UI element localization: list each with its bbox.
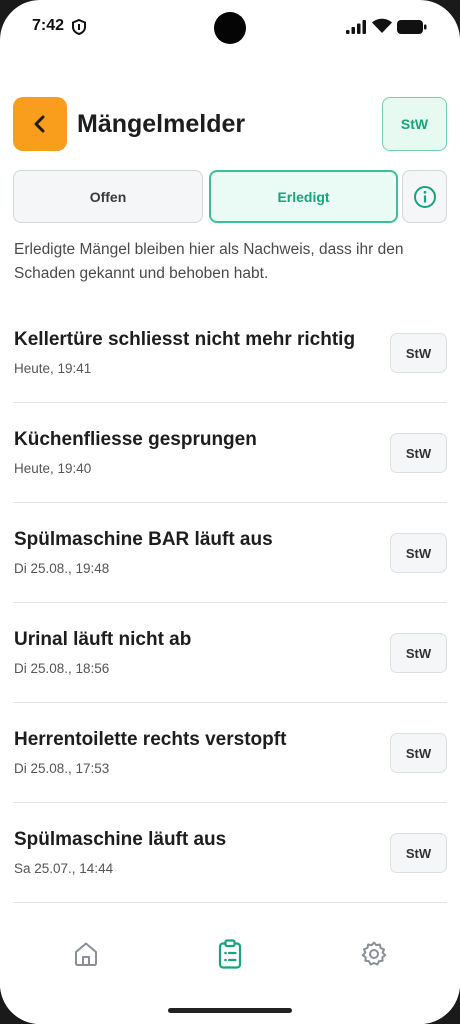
description-text: Erledigte Mängel bleiben hier als Nachwe… <box>14 241 404 282</box>
item-title: Kellertüre schliesst nicht mehr richtig <box>14 329 356 350</box>
shield-icon <box>72 19 86 35</box>
defect-list: Kellertüre schliesst nicht mehr richtig … <box>13 303 447 903</box>
page-title: Mängelmelder <box>77 110 246 138</box>
clipboard-list-icon <box>218 939 242 969</box>
signal-icon <box>346 20 366 34</box>
bottom-navbar <box>0 906 460 1024</box>
list-item[interactable]: Kellertüre schliesst nicht mehr richtig … <box>13 303 447 403</box>
item-timestamp: Di 25.08., 19:48 <box>14 561 110 576</box>
status-bar: 7:42 <box>0 0 460 56</box>
nav-home[interactable] <box>71 939 101 969</box>
list-item[interactable]: Urinal läuft nicht ab Di 25.08., 18:56 S… <box>13 603 447 703</box>
gear-icon <box>361 941 387 966</box>
nav-settings[interactable] <box>359 939 389 969</box>
list-item[interactable]: Spülmaschine BAR läuft aus Di 25.08., 19… <box>13 503 447 603</box>
camera-cutout <box>214 12 246 44</box>
nav-defects[interactable] <box>215 939 245 969</box>
item-user-badge[interactable]: StW <box>390 633 447 673</box>
item-timestamp: Heute, 19:40 <box>14 461 92 476</box>
chevron-left-icon <box>34 115 45 133</box>
item-title: Spülmaschine läuft aus <box>14 829 227 850</box>
item-timestamp: Di 25.08., 18:56 <box>14 661 110 676</box>
list-item[interactable]: Herrentoilette rechts verstopft Di 25.08… <box>13 703 447 803</box>
item-timestamp: Sa 25.07., 14:44 <box>14 861 114 876</box>
item-title: Urinal läuft nicht ab <box>14 629 192 650</box>
tab-done[interactable]: Erledigt <box>209 170 398 223</box>
item-timestamp: Di 25.08., 17:53 <box>14 761 110 776</box>
list-item[interactable]: Küchenfliesse gesprungen Heute, 19:40 St… <box>13 403 447 503</box>
info-button[interactable] <box>402 170 447 223</box>
battery-icon <box>397 20 427 34</box>
status-time: 7:42 <box>32 17 65 34</box>
app-screen: 7:42 Mängelmelder StW Offen Erledigt Erl… <box>0 0 460 1024</box>
item-user-badge[interactable]: StW <box>390 533 447 573</box>
back-button[interactable] <box>13 97 67 151</box>
wifi-icon <box>372 18 392 33</box>
item-user-badge[interactable]: StW <box>390 833 447 873</box>
item-user-badge[interactable]: StW <box>390 433 447 473</box>
user-badge-button[interactable]: StW <box>382 97 447 151</box>
item-title: Spülmaschine BAR läuft aus <box>14 529 273 550</box>
item-user-badge[interactable]: StW <box>390 733 447 773</box>
info-icon <box>413 185 436 208</box>
home-indicator[interactable] <box>168 1008 292 1013</box>
item-title: Küchenfliesse gesprungen <box>14 429 257 450</box>
tab-open[interactable]: Offen <box>13 170 203 223</box>
item-title: Herrentoilette rechts verstopft <box>14 729 287 750</box>
home-icon <box>75 942 97 966</box>
list-item[interactable]: Spülmaschine läuft aus Sa 25.07., 14:44 … <box>13 803 447 903</box>
item-user-badge[interactable]: StW <box>390 333 447 373</box>
item-timestamp: Heute, 19:41 <box>14 361 92 376</box>
